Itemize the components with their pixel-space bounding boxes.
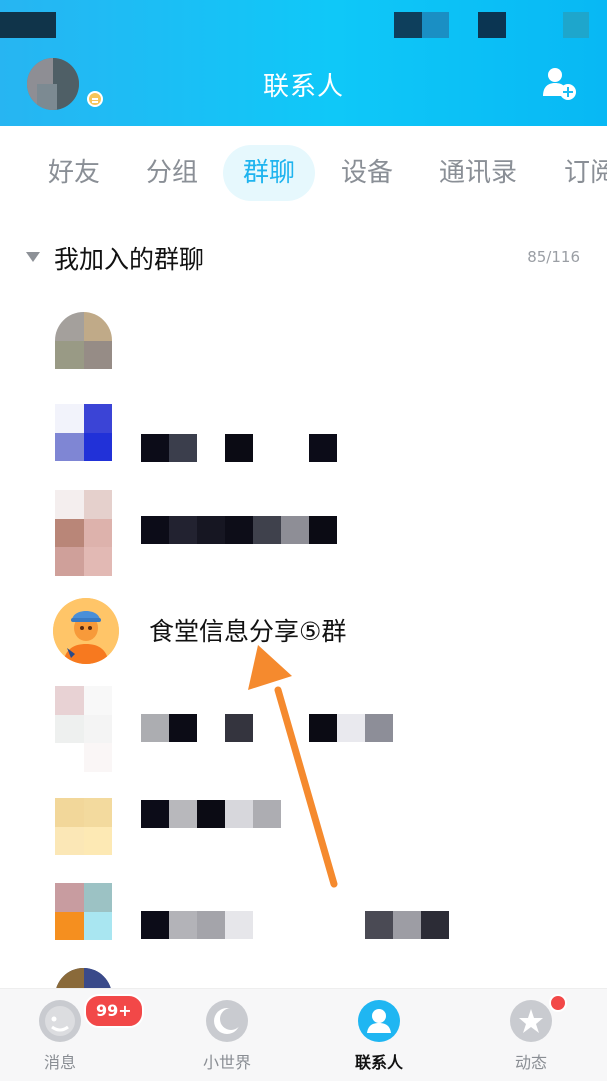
add-contact-icon[interactable]: [541, 66, 577, 102]
joined-groups-header[interactable]: 我加入的群聊 85/116: [0, 236, 607, 276]
star-planet-icon: [510, 1000, 552, 1042]
nav-world[interactable]: 小世界: [167, 989, 287, 1081]
group-name: 食堂信息分享⑤群: [149, 617, 347, 646]
group-row[interactable]: [0, 686, 607, 776]
tab-group-chats[interactable]: 群聊: [223, 145, 316, 201]
status-bar-blur: [563, 12, 589, 38]
group-avatar: [55, 798, 112, 855]
tab-groups[interactable]: 分组: [146, 145, 198, 201]
nav-label: 小世界: [202, 1053, 251, 1072]
group-avatar: [55, 968, 112, 988]
group-row[interactable]: [0, 968, 607, 988]
section-count: 85/116: [527, 248, 580, 266]
nav-label: 动态: [514, 1053, 547, 1072]
status-bar-blur: [394, 12, 422, 38]
tab-subscriptions[interactable]: 订阅: [564, 145, 607, 201]
chat-bubble-icon: [39, 1000, 81, 1042]
nav-contacts[interactable]: 联系人: [319, 989, 439, 1081]
group-avatar: [55, 312, 112, 369]
person-icon: [358, 1000, 400, 1042]
unread-badge: 99+: [84, 994, 144, 1028]
header-bar: 联系人: [0, 0, 607, 126]
cartoon-avatar-icon: [53, 598, 119, 664]
status-bar-blur: [422, 12, 449, 38]
status-bar-blur: [0, 12, 56, 38]
group-avatar: [55, 883, 112, 940]
chevron-down-icon: [26, 252, 40, 262]
section-title: 我加入的群聊: [54, 245, 205, 274]
tab-devices[interactable]: 设备: [341, 145, 393, 201]
group-row[interactable]: [0, 312, 607, 402]
nav-feed[interactable]: 动态: [471, 989, 591, 1081]
tab-strip: 好友 分组 群聊 设备 通讯录 订阅: [0, 145, 607, 201]
group-row[interactable]: [0, 798, 607, 888]
nav-label: 联系人: [354, 1053, 403, 1072]
group-avatar: [55, 404, 112, 461]
tab-address-book[interactable]: 通讯录: [439, 145, 517, 201]
group-avatar: [55, 490, 112, 576]
status-bar-blur: [478, 12, 506, 38]
group-row[interactable]: [0, 490, 607, 580]
notification-dot: [549, 994, 567, 1012]
tab-friends[interactable]: 好友: [48, 145, 100, 201]
page-title: 联系人: [262, 72, 344, 102]
group-avatar: [55, 686, 112, 772]
planet-icon: [206, 1000, 248, 1042]
group-row[interactable]: [0, 404, 607, 494]
group-row[interactable]: [0, 883, 607, 973]
group-avatar: [53, 598, 119, 664]
nav-label: 消息: [43, 1053, 76, 1072]
group-row-canteen[interactable]: 食堂信息分享⑤群: [0, 598, 607, 688]
